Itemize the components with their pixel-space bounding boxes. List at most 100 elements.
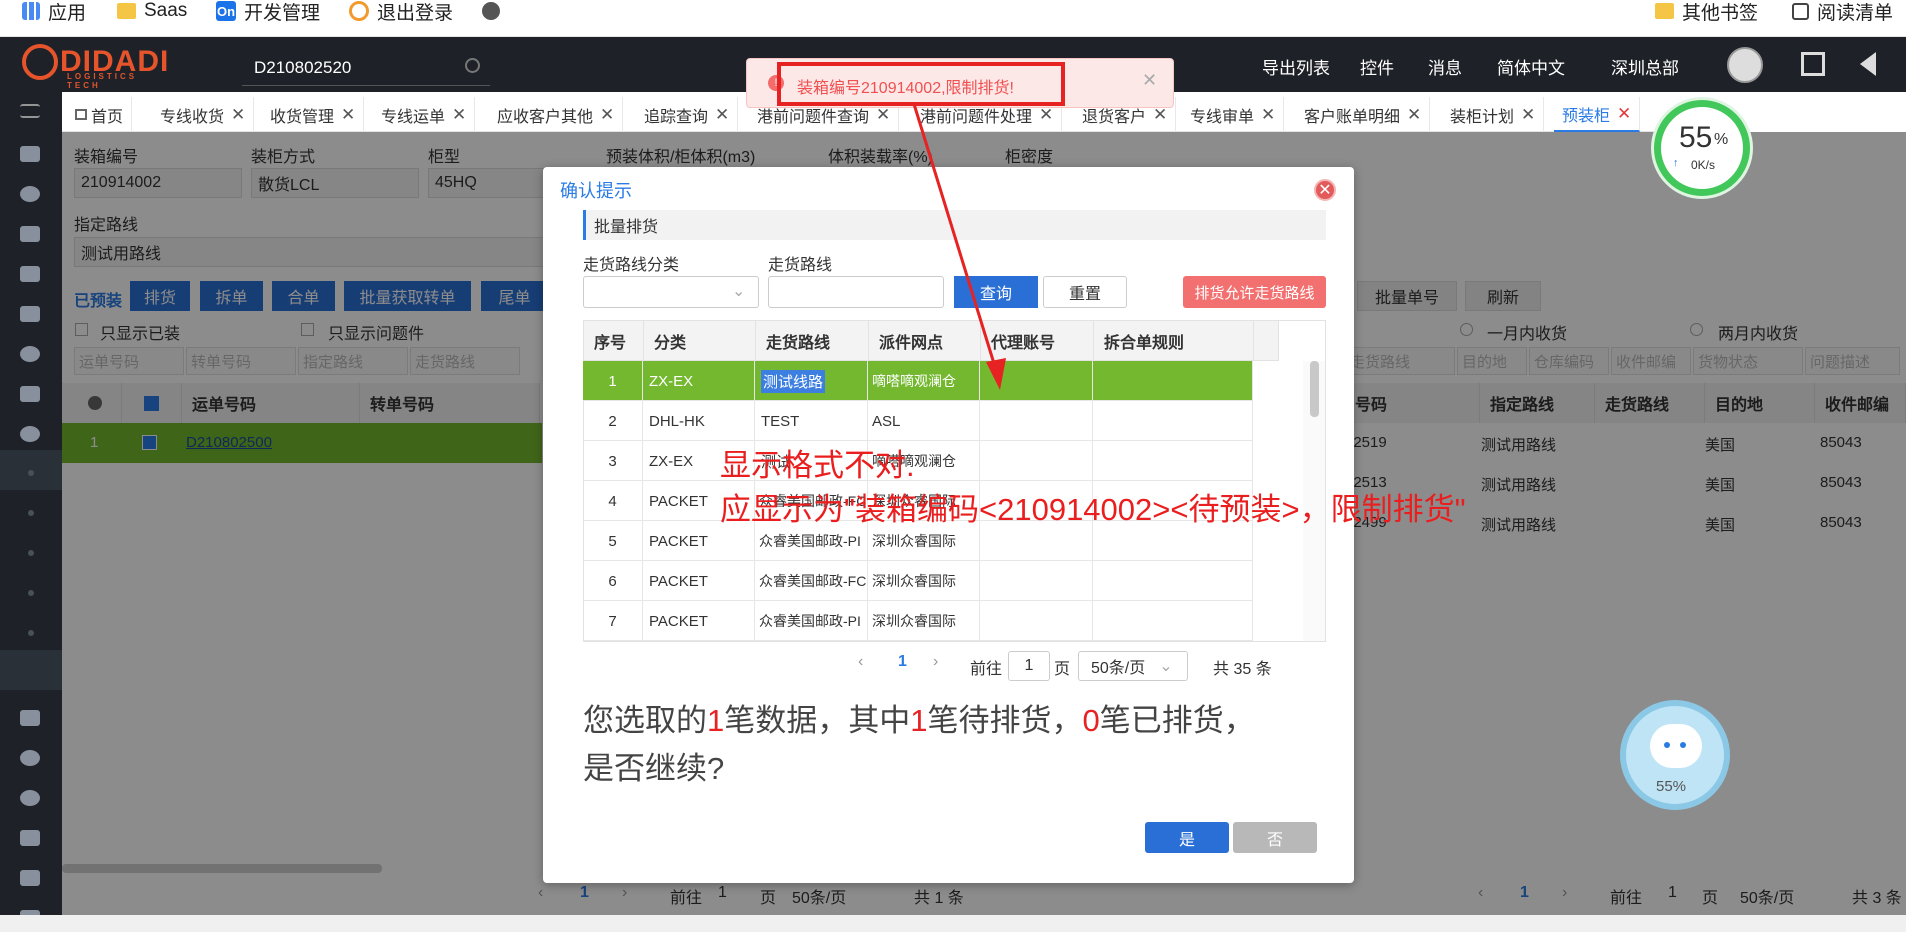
- close-icon[interactable]: ✕: [1521, 105, 1535, 125]
- nav-branch[interactable]: 深圳总部: [1611, 54, 1679, 79]
- annotation-arrow: [912, 103, 1006, 390]
- allow-route-button[interactable]: 排货允许走货路线: [1183, 276, 1326, 308]
- msg-text: 笔已排货，: [1099, 703, 1255, 738]
- cell-route: 测试线路: [755, 361, 868, 401]
- sidebar-screen-icon[interactable]: [20, 830, 40, 846]
- chat-widget[interactable]: 55%: [1620, 700, 1730, 810]
- msg-count-arranged: 0: [1082, 703, 1100, 738]
- sidebar-check-icon[interactable]: [20, 346, 40, 362]
- cell-no: 4: [583, 481, 643, 521]
- sidebar-dot[interactable]: [28, 470, 34, 476]
- route-label: 走货路线: [768, 257, 833, 274]
- tab-item[interactable]: 专线运单 ✕: [373, 97, 476, 132]
- tab-preload-cabinet[interactable]: 预装柜 ✕: [1554, 97, 1641, 132]
- scroll-thumb[interactable]: [1310, 361, 1319, 417]
- nav-messages[interactable]: 消息: [1428, 54, 1462, 79]
- close-icon[interactable]: ✕: [715, 105, 729, 125]
- modal-pager: ‹ 1 › 前往 1 页 50条/页 ⌄ 共 35 条: [858, 651, 1298, 681]
- current-page[interactable]: 1: [898, 653, 907, 671]
- cell-no: 6: [583, 561, 643, 601]
- search-icon[interactable]: [465, 58, 480, 73]
- tab-item[interactable]: 客户账单明细 ✕: [1296, 97, 1431, 132]
- reading-list-icon: [1792, 2, 1809, 20]
- table-row[interactable]: 7 PACKET 众睿美国邮政-PI 深圳众睿国际: [583, 601, 1253, 641]
- bookmark-reading-list[interactable]: 阅读清单: [1792, 0, 1893, 24]
- reset-button[interactable]: 重置: [1043, 276, 1127, 308]
- tab-item[interactable]: 专线收货 ✕: [152, 97, 255, 132]
- sidebar-monitor-icon[interactable]: [20, 146, 40, 162]
- close-icon[interactable]: ✕: [1261, 105, 1275, 125]
- tab-item[interactable]: 专线审单 ✕: [1182, 97, 1285, 132]
- folder-icon: [1655, 3, 1674, 19]
- sidebar-dot[interactable]: [28, 510, 34, 516]
- menu-toggle-icon[interactable]: [20, 104, 40, 118]
- search-input[interactable]: D210802520: [242, 50, 490, 86]
- bookmark-logout[interactable]: 退出登录: [349, 0, 453, 24]
- sidebar-search-icon[interactable]: [20, 306, 40, 322]
- page-size-select[interactable]: 50条/页 ⌄: [1078, 651, 1188, 681]
- sidebar-pie-icon[interactable]: [20, 426, 40, 442]
- no-button[interactable]: 否: [1233, 822, 1317, 853]
- close-icon[interactable]: ✕: [341, 105, 355, 125]
- goto-page-input[interactable]: 1: [1008, 651, 1050, 681]
- route-category-select[interactable]: ⌄: [583, 276, 759, 308]
- sidebar-layers-icon[interactable]: [20, 266, 40, 282]
- sidebar-info-icon[interactable]: [20, 750, 40, 766]
- sidebar-hand-icon[interactable]: [20, 386, 40, 402]
- next-page-icon[interactable]: ›: [933, 653, 938, 671]
- page-unit: 页: [1054, 661, 1071, 678]
- close-icon[interactable]: ✕: [600, 105, 614, 125]
- header-rule: 拆合单规则: [1094, 321, 1254, 361]
- close-icon[interactable]: ✕: [1142, 70, 1157, 91]
- tab-item[interactable]: 装柜计划 ✕: [1442, 97, 1545, 132]
- sidebar-dot[interactable]: [28, 630, 34, 636]
- goto-label: 前往: [970, 661, 1003, 678]
- annotation-text-2: 应显示为"装箱编码<210914002><待预装>，限制排货": [720, 492, 1466, 527]
- tab-label: 应收客户其他: [497, 108, 594, 126]
- tab-label: 专线收货: [160, 108, 225, 126]
- bookmark-saas[interactable]: Saas: [117, 0, 187, 22]
- dialog-title: 确认提示: [560, 181, 632, 201]
- bookmark-apps[interactable]: 应用: [22, 0, 86, 24]
- tab-label: 专线运单: [381, 108, 446, 126]
- bookmark-dev[interactable]: On 开发管理: [216, 0, 320, 24]
- sidebar-dot[interactable]: [28, 550, 34, 556]
- tab-item[interactable]: 收货管理 ✕: [262, 97, 365, 132]
- logo: DIDADI LOGISTICS TECH: [22, 42, 169, 90]
- close-icon[interactable]: ✕: [1407, 105, 1421, 125]
- sidebar-lock-icon[interactable]: [20, 870, 40, 886]
- msg-question: 是否继续?: [583, 751, 725, 786]
- close-icon[interactable]: ✕: [1617, 104, 1631, 124]
- close-icon[interactable]: ✕: [1314, 179, 1336, 201]
- bookmark-other[interactable]: 其他书签: [1655, 0, 1758, 24]
- gauge-speed: 0K/s: [1691, 158, 1716, 172]
- sidebar-dot[interactable]: [28, 590, 34, 596]
- sidebar-hand-icon[interactable]: [20, 710, 40, 726]
- network-gauge-widget[interactable]: 55 % ↑ 0K/s: [1654, 100, 1750, 196]
- table-row[interactable]: 2 DHL-HK TEST ASL: [583, 401, 1253, 441]
- table-row[interactable]: 3 ZX-EX 测试 嘀嗒嘀观澜仓: [583, 441, 1253, 481]
- fullscreen-icon[interactable]: [1801, 52, 1825, 76]
- folder-icon: [117, 3, 136, 19]
- nav-language[interactable]: 简体中文: [1497, 54, 1565, 79]
- sidebar-gear-icon[interactable]: [20, 186, 40, 202]
- globe-bookmark[interactable]: [482, 0, 500, 22]
- chat-bubble-icon: [1650, 724, 1702, 768]
- tab-item[interactable]: 应收客户其他 ✕: [489, 97, 624, 132]
- nav-controls[interactable]: 控件: [1360, 54, 1394, 79]
- tab-item[interactable]: 追踪查询 ✕: [636, 97, 739, 132]
- nav-export-list[interactable]: 导出列表: [1262, 54, 1330, 79]
- collapse-icon[interactable]: [1860, 52, 1876, 76]
- avatar[interactable]: [1727, 47, 1763, 83]
- route-category-label: 走货路线分类: [583, 257, 680, 274]
- prev-page-icon[interactable]: ‹: [858, 653, 863, 671]
- table-row[interactable]: 6 PACKET 众睿美国邮政-FC 深圳众睿国际: [583, 561, 1253, 601]
- logo-subtitle: LOGISTICS TECH: [67, 72, 138, 90]
- close-icon[interactable]: ✕: [231, 105, 245, 125]
- header-category: 分类: [644, 321, 756, 361]
- yes-button[interactable]: 是: [1145, 822, 1229, 853]
- close-icon[interactable]: ✕: [452, 105, 466, 125]
- tab-home[interactable]: 首页: [67, 97, 133, 132]
- sidebar-headset-icon[interactable]: [20, 790, 40, 806]
- sidebar-users-icon[interactable]: [20, 226, 40, 242]
